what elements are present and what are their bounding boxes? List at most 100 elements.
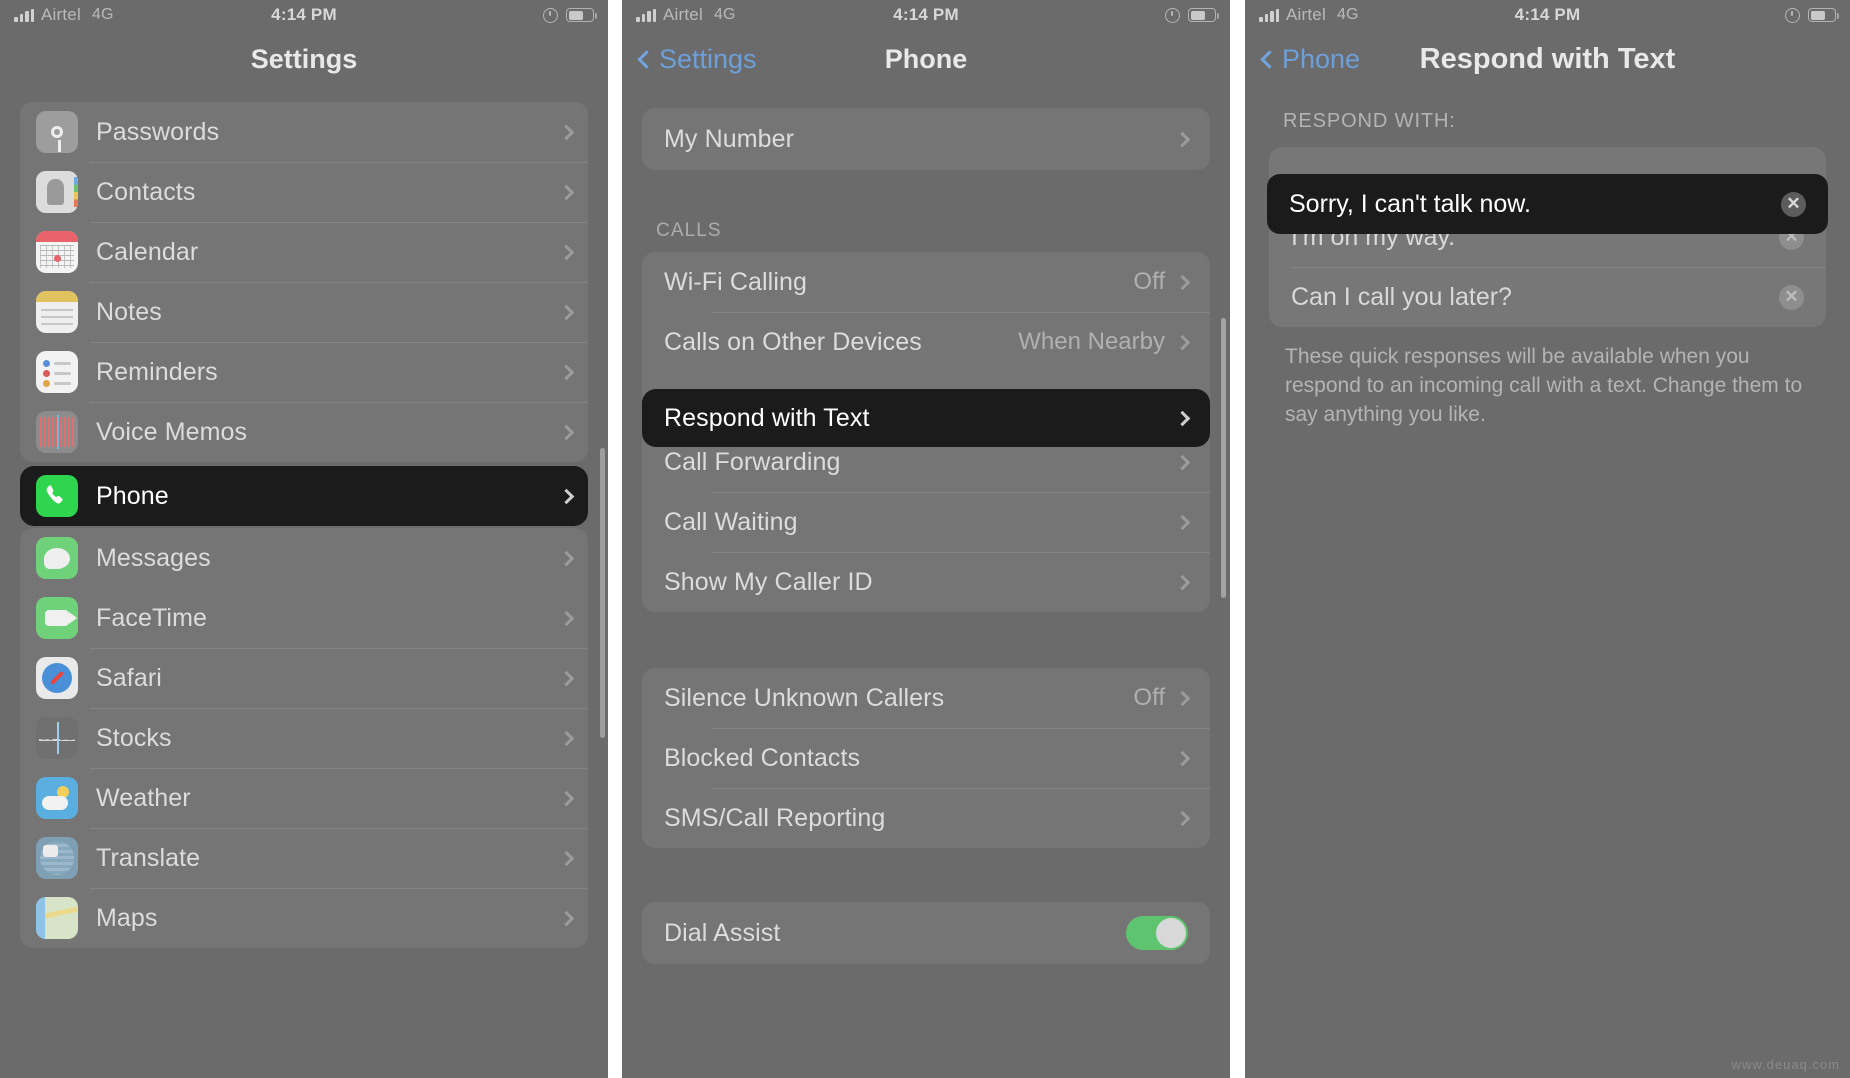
sidebar-item-label: Calendar (96, 237, 199, 266)
phone-scroll-area[interactable]: My Number CALLS Wi-Fi Calling Off Calls … (622, 88, 1230, 1078)
row-wifi-calling[interactable]: Wi-Fi Calling Off (642, 252, 1210, 312)
row-blocked-contacts[interactable]: Blocked Contacts (642, 728, 1210, 788)
carrier-label: Airtel (1286, 5, 1326, 24)
respond-row-1-wrap: Sorry, I can't talk now. ✕ (1267, 174, 1828, 234)
stocks-icon (36, 717, 78, 759)
section-header-respond-with: RESPOND WITH: (1283, 110, 1456, 132)
sidebar-item-label: Passwords (96, 117, 220, 146)
page-title: Settings (250, 43, 358, 74)
messages-icon (36, 537, 78, 579)
panel-respond-with-text: Airtel 4G 4:14 PM Phone Respond with Tex… (1245, 0, 1850, 1078)
chevron-right-icon (1174, 274, 1191, 290)
sidebar-item-notes[interactable]: Notes (20, 282, 588, 342)
row-label: Show My Caller ID (664, 567, 873, 596)
sidebar-item-maps[interactable]: Maps (20, 888, 588, 948)
row-value: Off (1133, 684, 1165, 711)
sidebar-item-label: Maps (96, 903, 158, 932)
back-button-label: Settings (659, 43, 757, 74)
sidebar-item-stocks[interactable]: Stocks (20, 708, 588, 768)
row-respond-with-text-wrap: Respond with Text (642, 389, 1210, 447)
sidebar-item-phone[interactable]: Phone (20, 466, 588, 526)
group-blocking: Silence Unknown Callers Off Blocked Cont… (642, 668, 1210, 848)
sidebar-item-label: Reminders (96, 357, 218, 386)
row-label: Call Forwarding (664, 447, 841, 476)
row-label: My Number (664, 124, 795, 153)
row-call-waiting[interactable]: Call Waiting (642, 492, 1210, 552)
sidebar-item-safari[interactable]: Safari (20, 648, 588, 708)
respond-row-1[interactable]: Sorry, I can't talk now. ✕ (1267, 174, 1828, 234)
panel-divider-1 (608, 0, 622, 1078)
sidebar-item-phone-wrap: Phone (20, 466, 588, 526)
sidebar-item-messages[interactable]: Messages (20, 528, 588, 588)
chevron-right-icon (558, 670, 575, 686)
respond-scroll-area[interactable]: RESPOND WITH: I'm on my way. ✕ Can I cal… (1245, 88, 1850, 1078)
sidebar-item-voice-memos[interactable]: Voice Memos (20, 402, 588, 462)
phone-icon (36, 475, 78, 517)
settings-group-apps: Passwords Contacts Calendar Notes Remind… (20, 102, 588, 462)
sidebar-item-label: Notes (96, 297, 162, 326)
settings-scroll-area[interactable]: Passwords Contacts Calendar Notes Remind… (0, 88, 608, 1078)
sidebar-item-label: Messages (96, 543, 211, 572)
row-respond-with-text[interactable]: Respond with Text (642, 389, 1210, 447)
sidebar-item-label: FaceTime (96, 603, 208, 632)
network-label: 4G (713, 6, 736, 23)
chevron-right-icon (558, 488, 575, 504)
signal-bars-icon (636, 8, 656, 22)
chevron-right-icon (558, 910, 575, 926)
panel-divider-2 (1230, 0, 1245, 1078)
scrollbar-2[interactable] (1221, 318, 1226, 598)
row-silence-unknown-callers[interactable]: Silence Unknown Callers Off (642, 668, 1210, 728)
sidebar-item-facetime[interactable]: FaceTime (20, 588, 588, 648)
back-button-phone[interactable]: Phone (1260, 44, 1360, 75)
row-label: Wi-Fi Calling (664, 267, 807, 296)
chevron-right-icon (1174, 131, 1191, 147)
passwords-icon (36, 111, 78, 153)
row-label: SMS/Call Reporting (664, 803, 886, 832)
dial-assist-toggle[interactable] (1126, 916, 1188, 950)
rotation-lock-icon (1165, 7, 1180, 23)
network-label: 4G (91, 6, 114, 23)
row-dial-assist[interactable]: Dial Assist (642, 902, 1210, 964)
row-label: Calls on Other Devices (664, 327, 922, 356)
row-show-my-caller-id[interactable]: Show My Caller ID (642, 552, 1210, 612)
sidebar-item-reminders[interactable]: Reminders (20, 342, 588, 402)
row-my-number[interactable]: My Number (642, 108, 1210, 170)
sidebar-item-translate[interactable]: Translate (20, 828, 588, 888)
sidebar-item-label: Phone (96, 481, 169, 510)
sidebar-item-contacts[interactable]: Contacts (20, 162, 588, 222)
sidebar-item-passwords[interactable]: Passwords (20, 102, 588, 162)
chevron-right-icon (1174, 750, 1191, 766)
contacts-icon (36, 171, 78, 213)
sidebar-item-label: Weather (96, 783, 191, 812)
chevron-right-icon (558, 550, 575, 566)
scrollbar-1[interactable] (600, 448, 605, 738)
clear-circle-icon[interactable]: ✕ (1781, 191, 1806, 217)
battery-icon (1808, 8, 1840, 22)
panel-phone: Airtel 4G 4:14 PM Settings Phone My Numb… (622, 0, 1230, 1078)
sidebar-item-calendar[interactable]: Calendar (20, 222, 588, 282)
nav-bar-respond: Phone Respond with Text (1245, 30, 1850, 88)
respond-row-3[interactable]: Can I call you later? ✕ (1269, 267, 1826, 327)
sidebar-item-label: Translate (96, 843, 201, 872)
row-label: Silence Unknown Callers (664, 683, 945, 712)
safari-icon (36, 657, 78, 699)
voice-memos-icon (36, 411, 78, 453)
sidebar-item-label: Safari (96, 663, 162, 692)
row-sms-call-reporting[interactable]: SMS/Call Reporting (642, 788, 1210, 848)
chevron-left-icon (637, 50, 656, 69)
status-right-2 (1165, 7, 1220, 23)
carrier-label: Airtel (663, 5, 703, 24)
back-button-settings[interactable]: Settings (637, 43, 757, 75)
row-value: When Nearby (1018, 328, 1165, 355)
chevron-right-icon (1174, 514, 1191, 530)
row-calls-on-other-devices[interactable]: Calls on Other Devices When Nearby (642, 312, 1210, 372)
row-label: Respond with Text (664, 403, 870, 432)
rotation-lock-icon (543, 7, 558, 23)
clear-circle-icon[interactable]: ✕ (1779, 284, 1804, 310)
sidebar-item-label: Contacts (96, 177, 196, 206)
chevron-right-icon (558, 730, 575, 746)
row-value: Off (1133, 268, 1165, 295)
carrier-label: Airtel (41, 5, 81, 24)
chevron-right-icon (1174, 334, 1191, 350)
sidebar-item-weather[interactable]: Weather (20, 768, 588, 828)
